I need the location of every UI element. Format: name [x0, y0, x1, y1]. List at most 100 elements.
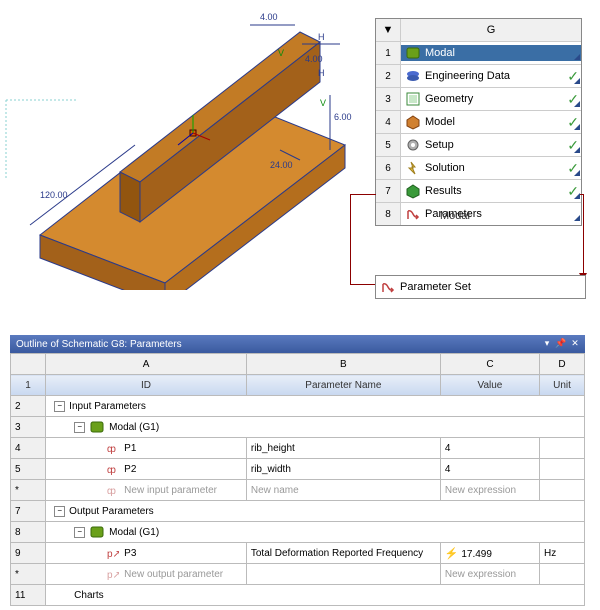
system-cell-geometry[interactable]: 3 Geometry ✓	[376, 88, 581, 111]
outline-panel: Outline of Schematic G8: Parameters ▾ 📌 …	[10, 335, 585, 606]
header-arrow[interactable]: ▼	[376, 19, 401, 41]
parameter-set-label: Parameter Set	[400, 281, 471, 293]
outline-title-text: Outline of Schematic G8: Parameters	[16, 339, 182, 350]
subheader-value: Value	[440, 375, 539, 396]
parameters-icon	[405, 206, 421, 222]
system-cell-solution[interactable]: 6 Solution ✓	[376, 157, 581, 180]
dim-rib-h1: 4.00	[260, 12, 278, 22]
col-header-a[interactable]: A	[46, 354, 247, 375]
solution-label: Solution	[425, 162, 465, 174]
svg-text:ȹ: ȹ	[107, 465, 116, 476]
table-row[interactable]: 9 p↗P3 Total Deformation Reported Freque…	[11, 543, 585, 564]
system-cell-model[interactable]: 4 Model ✓	[376, 111, 581, 134]
collapse-icon[interactable]: −	[74, 422, 85, 433]
parameter-set-box[interactable]: Parameter Set	[375, 275, 586, 299]
group-label: Modal (G1)	[109, 422, 159, 433]
param-unit-cell[interactable]	[540, 459, 585, 480]
system-name-label: Modal	[440, 210, 470, 222]
svg-text:p↗: p↗	[107, 570, 119, 581]
param-name-cell[interactable]: rib_height	[246, 438, 440, 459]
column-header-g: G	[401, 19, 581, 41]
table-row-new-output[interactable]: * p↗New output parameter New expression	[11, 564, 585, 585]
results-label: Results	[425, 185, 462, 197]
model-label: Model	[425, 116, 455, 128]
table-row-new-input[interactable]: * ȹNew input parameter New name New expr…	[11, 480, 585, 501]
param-id: P2	[124, 464, 136, 475]
3d-model-viewport[interactable]: 4.00 4.00 H H V 6.00 V 24.00 120.00	[0, 0, 370, 290]
engdata-icon	[405, 68, 421, 84]
param-id: P1	[124, 443, 136, 454]
lightning-icon: ⚡	[445, 548, 459, 560]
param-in-icon: ȹ	[104, 482, 120, 498]
param-value-cell[interactable]: 4	[440, 459, 539, 480]
subheader-param-name: Parameter Name	[246, 375, 440, 396]
system-cell-parameters[interactable]: 8 Parameters	[376, 203, 581, 225]
col-header-d[interactable]: D	[540, 354, 585, 375]
new-param-placeholder: New input parameter	[124, 485, 217, 496]
corner-cell	[11, 354, 46, 375]
table-row[interactable]: 4 ȹP1 rib_height 4	[11, 438, 585, 459]
new-name-placeholder[interactable]	[246, 564, 440, 585]
system-cell-modal[interactable]: 1 Modal	[376, 42, 581, 65]
pin-icon[interactable]: 📌	[555, 337, 567, 349]
geometry-icon	[405, 91, 421, 107]
solution-icon	[405, 160, 421, 176]
param-value-cell[interactable]: 4	[440, 438, 539, 459]
charts-label: Charts	[74, 590, 103, 601]
modal-icon	[89, 419, 105, 435]
collapse-icon[interactable]: −	[74, 527, 85, 538]
dropdown-icon[interactable]: ▾	[541, 337, 553, 349]
svg-text:p↗: p↗	[107, 549, 119, 560]
group-label: Input Parameters	[69, 401, 146, 412]
parameters-icon	[380, 279, 396, 295]
new-expression-placeholder[interactable]: New expression	[440, 480, 539, 501]
collapse-icon[interactable]: −	[54, 401, 65, 412]
system-cell-engineering-data[interactable]: 2 Engineering Data ✓	[376, 65, 581, 88]
table-row[interactable]: 2 −Input Parameters	[11, 396, 585, 417]
new-expression-placeholder[interactable]: New expression	[440, 564, 539, 585]
svg-text:ȹ: ȹ	[107, 444, 116, 455]
connector-line	[350, 194, 351, 284]
setup-label: Setup	[425, 139, 454, 151]
collapse-icon[interactable]: −	[54, 506, 65, 517]
results-icon	[405, 183, 421, 199]
param-in-icon: ȹ	[104, 440, 120, 456]
table-row[interactable]: 8 −Modal (G1)	[11, 522, 585, 543]
param-unit-cell: Hz	[540, 543, 585, 564]
subheader-unit: Unit	[540, 375, 585, 396]
dim-length: 120.00	[40, 190, 68, 200]
modal-label: Modal	[425, 47, 455, 59]
model-icon	[405, 114, 421, 130]
svg-text:ȹ: ȹ	[107, 486, 116, 497]
param-name-cell: Total Deformation Reported Frequency	[246, 543, 440, 564]
table-row[interactable]: 3 −Modal (G1)	[11, 417, 585, 438]
table-row[interactable]: 11 Charts	[11, 585, 585, 606]
modal-icon	[89, 524, 105, 540]
system-panel: ▼ G 1 Modal 2 Engineering Data ✓ 3 Geome…	[375, 18, 582, 226]
new-param-placeholder: New output parameter	[124, 569, 223, 580]
system-cell-setup[interactable]: 5 Setup ✓	[376, 134, 581, 157]
table-row[interactable]: 7 −Output Parameters	[11, 501, 585, 522]
col-header-b[interactable]: B	[246, 354, 440, 375]
param-unit-cell[interactable]	[540, 438, 585, 459]
param-name-cell[interactable]: rib_width	[246, 459, 440, 480]
outline-table: A B C D 1 ID Parameter Name Value Unit 2…	[10, 353, 585, 606]
subheader-id: ID	[46, 375, 247, 396]
modal-icon	[405, 45, 421, 61]
param-out-icon: p↗	[104, 566, 120, 582]
param-in-icon: ȹ	[104, 461, 120, 477]
table-row[interactable]: 5 ȹP2 rib_width 4	[11, 459, 585, 480]
dim-height: 6.00	[334, 112, 352, 122]
system-cell-results[interactable]: 7 Results ✓	[376, 180, 581, 203]
group-label: Output Parameters	[69, 506, 153, 517]
param-id: P3	[124, 548, 136, 559]
engdata-label: Engineering Data	[425, 70, 510, 82]
geometry-label: Geometry	[425, 93, 473, 105]
col-header-c[interactable]: C	[440, 354, 539, 375]
new-name-placeholder[interactable]: New name	[246, 480, 440, 501]
param-value-cell: ⚡ 17.499	[440, 543, 539, 564]
dim-rib-h2: 4.00	[305, 54, 323, 64]
close-icon[interactable]: ✕	[569, 337, 581, 349]
connector-line	[350, 194, 376, 195]
svg-text:H: H	[318, 68, 325, 78]
